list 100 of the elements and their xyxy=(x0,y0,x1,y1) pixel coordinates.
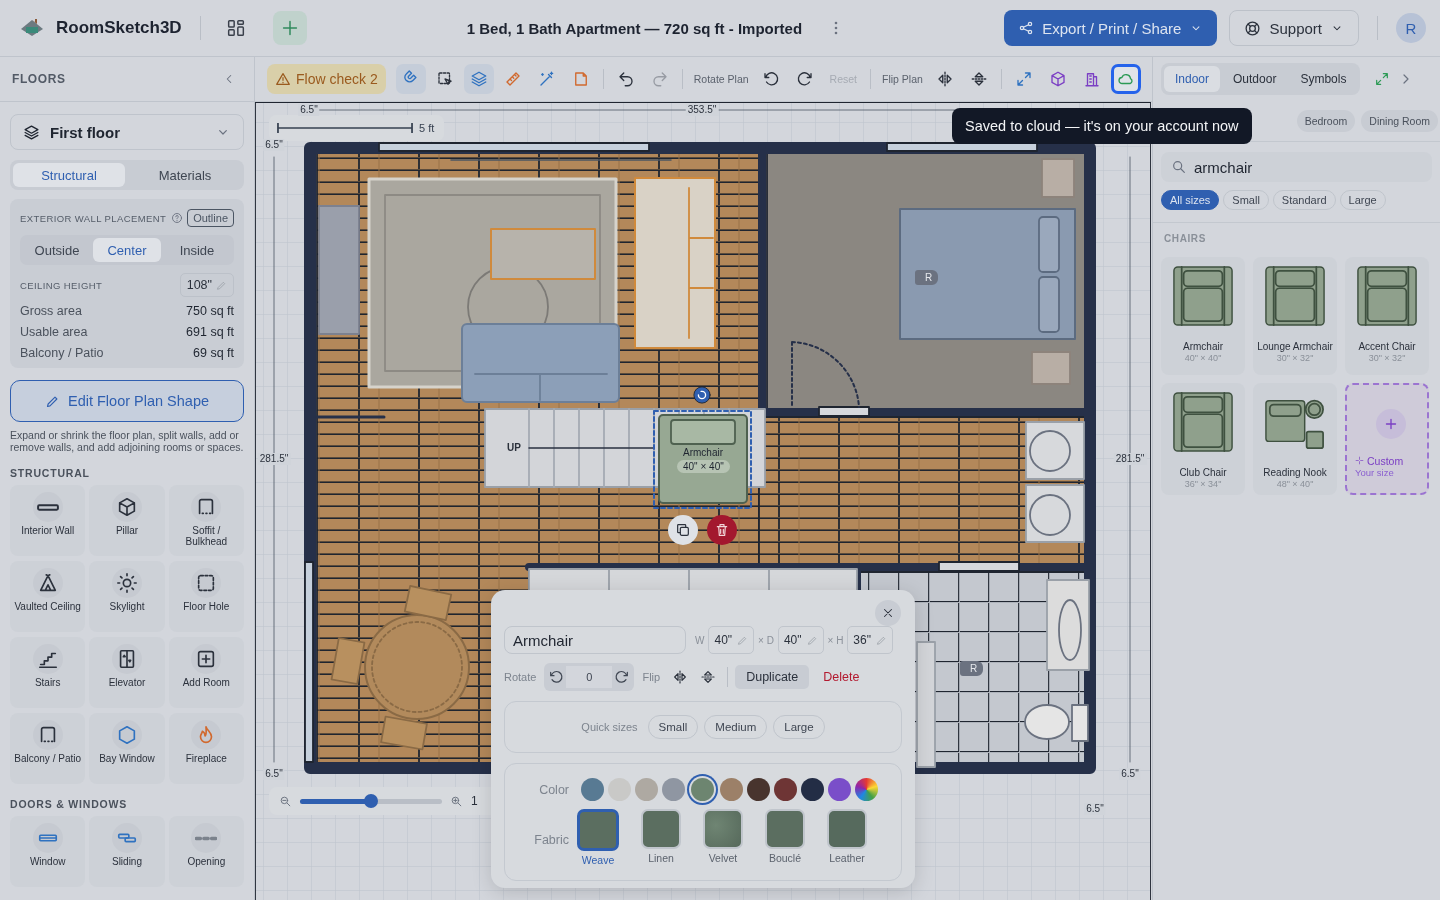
tile-label: Bay Window xyxy=(98,753,156,764)
color-wheel[interactable] xyxy=(855,778,878,801)
pencil-icon xyxy=(216,279,227,291)
tile-label: Floor Hole xyxy=(182,601,231,612)
structure-tile[interactable]: Window xyxy=(10,816,86,887)
structure-tile[interactable]: Balcony / Patio xyxy=(10,713,86,784)
sidebar-tab[interactable]: Materials xyxy=(129,163,241,187)
hexagon-icon xyxy=(116,724,138,746)
structure-tile[interactable]: Stairs xyxy=(10,637,86,708)
flow-check-button[interactable]: Flow check 2 xyxy=(267,64,386,94)
tile-label: Window xyxy=(28,856,67,867)
wall-placement-option[interactable]: Inside xyxy=(163,238,231,262)
rotate-right-icon[interactable] xyxy=(614,669,631,685)
rotate-handle-icon[interactable] xyxy=(693,386,711,404)
furniture-card[interactable]: Reading Nook 48" × 40" xyxy=(1253,383,1337,495)
layers-icon xyxy=(23,123,40,141)
close-icon[interactable] xyxy=(875,600,901,626)
stat-value: 69 sq ft xyxy=(193,346,234,360)
structure-tile[interactable]: Floor Hole xyxy=(168,561,244,632)
edit-floor-plan-button[interactable]: Edit Floor Plan Shape xyxy=(10,380,244,422)
sidebar-tab[interactable]: Structural xyxy=(13,163,125,187)
color-label: Color xyxy=(538,782,569,797)
pencil-icon xyxy=(737,634,749,646)
duplicate-button[interactable]: Duplicate xyxy=(735,665,810,689)
structure-tile[interactable]: Interior Wall xyxy=(10,485,86,556)
flip-label: Flip xyxy=(642,671,661,683)
pencil-icon xyxy=(875,634,887,646)
rotate-left-icon[interactable] xyxy=(548,669,565,685)
library-tab[interactable]: Symbols xyxy=(1289,66,1358,92)
wall-placement-option[interactable]: Outside xyxy=(23,238,91,262)
structure-tile[interactable]: Vaulted Ceiling xyxy=(10,561,86,632)
dimension-label: 353.5" xyxy=(685,104,719,116)
export-button[interactable]: Export / Print / Share xyxy=(1004,10,1218,46)
structure-tile[interactable]: Bay Window xyxy=(89,713,165,784)
color-swatch[interactable] xyxy=(720,778,743,801)
furniture-card[interactable]: Armchair 40" × 40" xyxy=(1161,257,1245,375)
flip-plan-label: Flip Plan xyxy=(882,73,923,85)
structure-tile[interactable]: Skylight xyxy=(89,561,165,632)
tile-label: Opening xyxy=(186,856,227,867)
structure-tile[interactable]: Pillar xyxy=(89,485,165,556)
tile-label: Balcony / Patio xyxy=(13,753,82,764)
floor-select[interactable]: First floor xyxy=(10,114,244,150)
zoom-out-icon[interactable] xyxy=(279,794,292,808)
category-chip[interactable]: Dining Room xyxy=(1361,110,1438,132)
stat-label: Balcony / Patio xyxy=(20,346,104,360)
structure-tile[interactable]: Opening xyxy=(168,816,244,887)
search-field[interactable]: armchair xyxy=(1161,152,1432,182)
dimension-field[interactable]: 40" xyxy=(777,626,824,654)
expand-icon[interactable] xyxy=(1374,71,1391,87)
pencil-icon xyxy=(806,634,818,646)
section-heading: CHAIRS xyxy=(1163,233,1207,244)
structure-tile[interactable]: Soffit / Bulkhead xyxy=(168,485,244,556)
item-size-label: 40" × 40" xyxy=(677,460,730,473)
stairs-label: UP xyxy=(507,442,521,453)
color-swatch[interactable] xyxy=(774,778,797,801)
color-swatch[interactable] xyxy=(828,778,851,801)
dimension-label: 6.5" xyxy=(263,139,285,151)
dimension-axis-label: × H xyxy=(827,634,844,646)
custom-size-card[interactable]: Custom Your size xyxy=(1345,383,1429,495)
opening-icon xyxy=(195,835,218,841)
rotation-stepper[interactable]: 0 xyxy=(544,663,635,691)
dimension-field[interactable]: 40" xyxy=(708,626,755,654)
support-button[interactable]: Support xyxy=(1229,10,1359,46)
room-tag[interactable]: R xyxy=(915,270,939,285)
armchair-icon xyxy=(1356,265,1418,327)
add-button[interactable] xyxy=(272,11,307,45)
quick-sizes-label: Quick sizes xyxy=(581,721,638,733)
structure-tile[interactable]: Elevator xyxy=(89,637,165,708)
color-swatch[interactable] xyxy=(635,778,658,801)
size-filter-chip[interactable]: All sizes xyxy=(1161,190,1220,210)
name-field[interactable]: Armchair xyxy=(504,626,686,654)
wall-placement-option[interactable]: Center xyxy=(93,238,161,262)
rotate-plan-label: Rotate Plan xyxy=(693,73,749,85)
zoom-in-icon[interactable] xyxy=(450,794,463,808)
tile-label: Elevator xyxy=(107,677,147,688)
structure-tile[interactable]: Fireplace xyxy=(168,713,244,784)
structure-tile[interactable]: Add Room xyxy=(168,637,244,708)
zoom-reading: 1 xyxy=(471,794,478,808)
lifebuoy-icon xyxy=(1244,19,1262,37)
cloud-icon[interactable] xyxy=(1110,64,1141,94)
color-swatch[interactable] xyxy=(662,778,685,801)
stat-label: Usable area xyxy=(20,325,88,339)
delete-button[interactable]: Delete xyxy=(823,670,860,684)
help-text: Expand or shrink the floor plan, split walls, add or remove walls, and add adjoining rooms or spaces. xyxy=(10,429,244,453)
library-tab[interactable]: Outdoor xyxy=(1222,66,1288,92)
ceiling-height-field[interactable]: 108" xyxy=(179,273,234,297)
library-tab[interactable]: Indoor xyxy=(1164,66,1221,92)
color-swatch[interactable] xyxy=(581,778,604,801)
room-tag[interactable]: R xyxy=(960,661,984,676)
color-swatch[interactable] xyxy=(747,778,770,801)
section-heading: DOORS & WINDOWS xyxy=(10,798,128,810)
stat-label: Gross area xyxy=(20,304,82,318)
stat-value: 691 sq ft xyxy=(186,325,234,339)
structure-tile[interactable]: Sliding xyxy=(89,816,165,887)
color-swatch[interactable] xyxy=(801,778,824,801)
outline-button[interactable]: Outline xyxy=(187,209,234,227)
dimension-field[interactable]: 36" xyxy=(847,626,893,654)
help-icon[interactable] xyxy=(171,212,184,224)
dimension-label: 281.5" xyxy=(1113,453,1147,465)
category-chip[interactable]: Bedroom xyxy=(1296,110,1356,132)
